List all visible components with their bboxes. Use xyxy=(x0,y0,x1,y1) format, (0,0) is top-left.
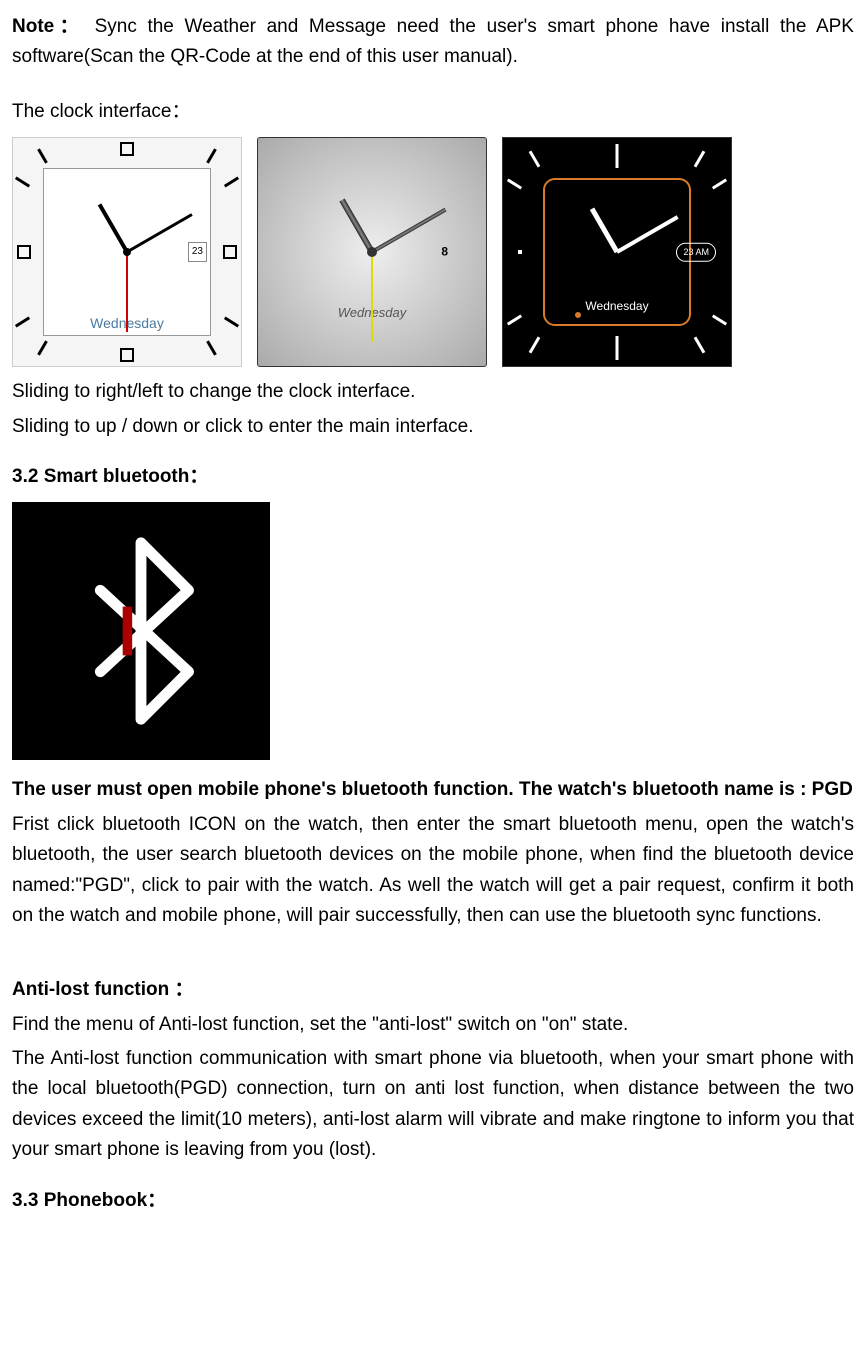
bluetooth-body: Frist click bluetooth ICON on the watch,… xyxy=(12,810,854,932)
clock-3-date: 23 AM xyxy=(676,243,716,261)
clock-interface-title: The clock interface： xyxy=(12,97,854,127)
antilost-body: The Anti-lost function communication wit… xyxy=(12,1044,854,1166)
antilost-line1: Find the menu of Anti-lost function, set… xyxy=(12,1010,854,1040)
clock-face-2: 8 Wednesday xyxy=(257,137,487,367)
note-paragraph: Note： Sync the Weather and Message need … xyxy=(12,12,854,73)
note-text: Sync the Weather and Message need the us… xyxy=(12,16,854,67)
bluetooth-intro: The user must open mobile phone's blueto… xyxy=(12,775,854,805)
clock-face-3: 23 AM Wednesday xyxy=(502,137,732,367)
clock-3-day: Wednesday xyxy=(585,297,648,316)
clock-instruction-1: Sliding to right/left to change the cloc… xyxy=(12,377,854,407)
clock-2-date: 8 xyxy=(441,243,448,262)
bluetooth-image xyxy=(12,502,270,760)
clock-instruction-2: Sliding to up / down or click to enter t… xyxy=(12,412,854,442)
clock-face-1: 23 Wednesday xyxy=(12,137,242,367)
bluetooth-title: 3.2 Smart bluetooth： xyxy=(12,462,854,492)
bluetooth-icon xyxy=(71,536,211,726)
clock-face-row: 23 Wednesday 8 Wednesday 23 AM Wednesday xyxy=(12,137,854,367)
phonebook-title: 3.3 Phonebook： xyxy=(12,1186,854,1216)
clock-1-date: 23 xyxy=(188,242,207,262)
antilost-title: Anti-lost function ： xyxy=(12,975,854,1005)
note-label: Note： xyxy=(12,16,84,37)
